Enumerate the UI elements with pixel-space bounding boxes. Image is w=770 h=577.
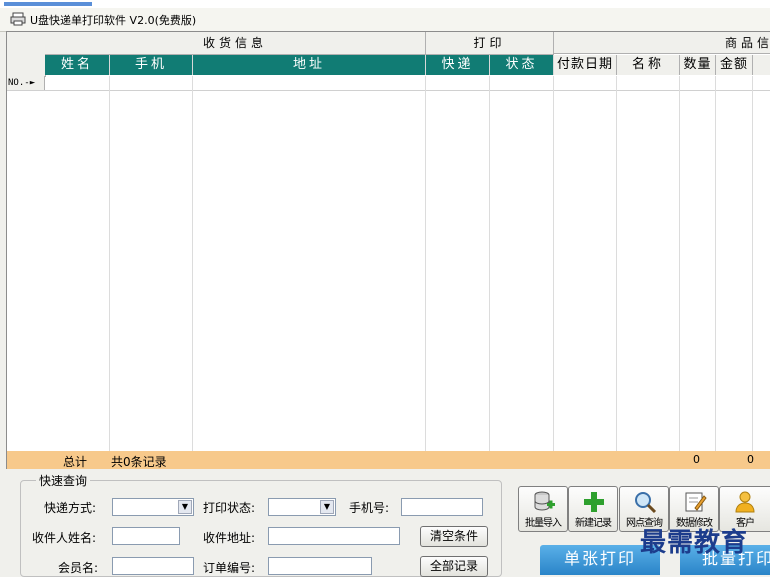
express-label: 快递方式: <box>44 501 97 515</box>
all-records-button[interactable]: 全部记录 <box>420 556 488 577</box>
grid-line <box>192 76 193 451</box>
clear-conditions-button[interactable]: 清空条件 <box>420 526 488 547</box>
edit-icon <box>685 492 707 512</box>
records-grid[interactable]: 收货信息 打印 商品信 姓名 手机 地址 快递 状态 付款日期 名称 数量 金额… <box>6 31 770 470</box>
new-record-label: 新建记录 <box>575 518 612 529</box>
watermark-text: 最需教育 <box>640 528 749 558</box>
title-bar: U盘快递单打印软件 V2.0(免费版) <box>0 8 770 32</box>
col-extra[interactable] <box>753 55 770 75</box>
window-title: U盘快递单打印软件 V2.0(免费版) <box>30 14 197 27</box>
phone-label: 手机号: <box>349 501 390 515</box>
grid-line <box>553 76 554 451</box>
col-phone[interactable]: 手机 <box>110 55 193 75</box>
table-row[interactable] <box>7 76 770 91</box>
totals-qty: 0 <box>693 453 700 466</box>
plus-icon <box>584 492 604 512</box>
grid-line <box>489 76 490 451</box>
grid-line <box>109 76 110 451</box>
grid-line <box>679 76 680 451</box>
magnifier-icon <box>635 492 657 514</box>
receiver-name-label: 收件人姓名: <box>32 531 97 545</box>
col-status[interactable]: 状态 <box>490 55 554 75</box>
chevron-down-icon[interactable]: ▼ <box>178 500 192 514</box>
receiver-name-input[interactable] <box>112 527 180 545</box>
col-amount[interactable]: 金额 <box>716 55 753 75</box>
order-input[interactable] <box>268 557 372 575</box>
address-label: 收件地址: <box>203 531 256 545</box>
print-status-label: 打印状态: <box>203 501 256 515</box>
grid-corner <box>7 32 46 77</box>
printer-icon <box>10 12 26 26</box>
col-express[interactable]: 快递 <box>426 55 490 75</box>
grid-line <box>616 76 617 451</box>
chevron-down-icon[interactable]: ▼ <box>320 500 334 514</box>
totals-label: 总计 <box>63 455 88 469</box>
totals-count: 共0条记录 <box>111 455 167 469</box>
col-product-name[interactable]: 名称 <box>617 55 680 75</box>
col-qty[interactable]: 数量 <box>680 55 716 75</box>
row-indicator: NO.-► <box>7 76 45 90</box>
grid-line <box>425 76 426 451</box>
col-name[interactable]: 姓名 <box>45 55 110 75</box>
user-icon <box>735 491 755 513</box>
order-label: 订单编号: <box>203 561 256 575</box>
col-pay-date[interactable]: 付款日期 <box>554 55 617 75</box>
express-select[interactable]: ▼ <box>112 498 194 516</box>
batch-import-label: 批量导入 <box>525 518 562 529</box>
quick-search-title: 快速查询 <box>36 472 91 489</box>
group-print-header: 打印 <box>426 32 554 55</box>
print-status-select[interactable]: ▼ <box>268 498 336 516</box>
col-address[interactable]: 地址 <box>193 55 426 75</box>
top-strip <box>0 0 770 8</box>
database-add-icon <box>534 491 555 511</box>
phone-input[interactable] <box>401 498 483 516</box>
grid-line <box>752 76 753 451</box>
group-product-header: 商品信 <box>554 32 770 54</box>
group-receiver-header: 收货信息 <box>45 32 426 55</box>
new-record-button[interactable]: 新建记录 <box>568 486 618 532</box>
totals-amount: 0 <box>747 453 754 466</box>
totals-row: 总计 共0条记录 0 0 <box>7 451 770 469</box>
batch-import-button[interactable]: 批量导入 <box>518 486 568 532</box>
address-input[interactable] <box>268 527 400 545</box>
member-input[interactable] <box>112 557 194 575</box>
menu-highlight <box>4 2 92 6</box>
grid-line <box>715 76 716 451</box>
member-label: 会员名: <box>58 561 99 575</box>
